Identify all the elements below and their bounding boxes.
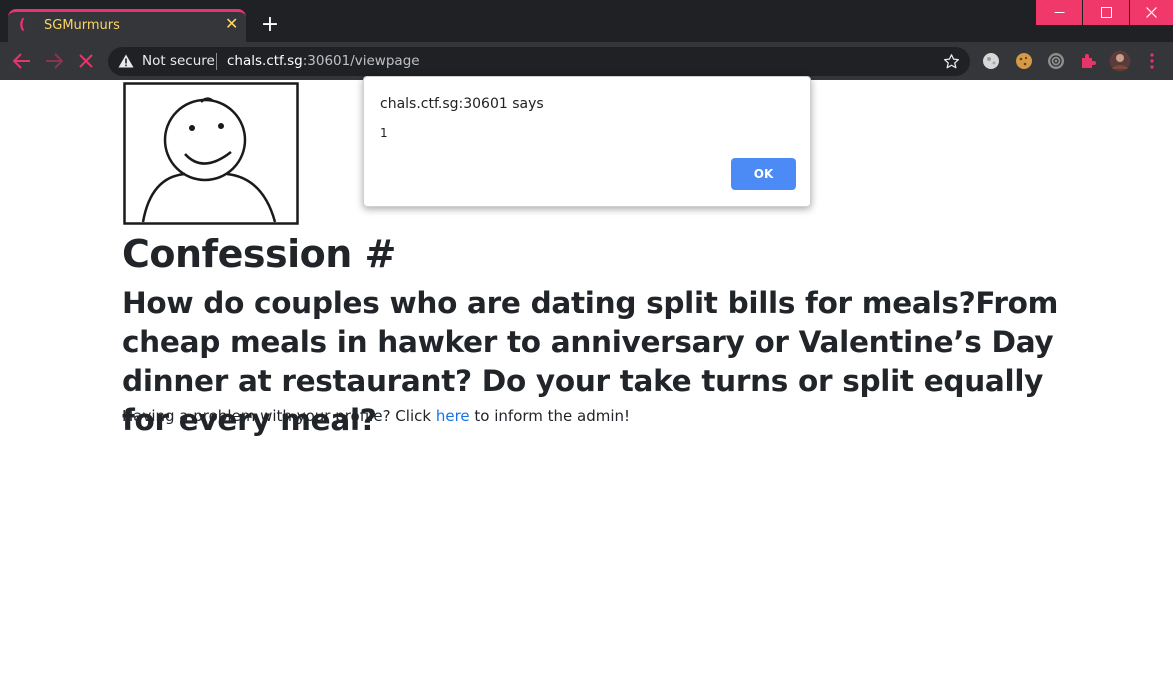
tab-close-icon[interactable]: ✕	[225, 15, 238, 33]
bookmark-star-icon[interactable]	[943, 53, 960, 70]
back-button[interactable]	[10, 50, 34, 72]
url-host: chals.ctf.sg	[227, 53, 303, 69]
alert-dialog: chals.ctf.sg:30601 says 1 OK	[363, 76, 811, 207]
minimize-button[interactable]	[1036, 0, 1082, 25]
extension-cookie-icon[interactable]	[1015, 52, 1033, 70]
extensions-puzzle-icon[interactable]	[1079, 52, 1097, 70]
extension-moon-icon[interactable]	[982, 52, 1000, 70]
ok-button[interactable]: OK	[731, 158, 796, 190]
maximize-icon	[1100, 7, 1112, 18]
loading-spinner-icon: (	[19, 17, 26, 33]
help-text-before: Having a problem with your profile? Clic…	[122, 407, 436, 425]
tab-title: SGMurmurs	[44, 18, 120, 33]
url-path: :30601/viewpage	[302, 53, 420, 69]
stop-loading-button[interactable]	[74, 50, 98, 72]
forward-button[interactable]	[42, 50, 66, 72]
browser-tab[interactable]: ( SGMurmurs ✕	[8, 9, 246, 42]
maximize-button[interactable]	[1083, 0, 1129, 25]
back-arrow-icon	[13, 53, 30, 69]
close-icon	[1146, 7, 1157, 18]
new-tab-button[interactable]: +	[258, 14, 282, 38]
stop-icon	[79, 54, 93, 68]
dialog-message: 1	[380, 126, 388, 140]
confession-title: Confession #	[122, 232, 396, 276]
security-label[interactable]: Not secure	[142, 53, 215, 69]
forward-arrow-icon	[46, 53, 63, 69]
extension-spiral-icon[interactable]	[1047, 52, 1065, 70]
profile-drawing-image	[123, 82, 299, 225]
help-message: Having a problem with your profile? Clic…	[122, 407, 630, 425]
help-text-after: to inform the admin!	[469, 407, 631, 425]
window-close-button[interactable]	[1130, 0, 1173, 25]
address-bar[interactable]: Not secure chals.ctf.sg:30601/viewpage	[108, 47, 970, 76]
url-text[interactable]: chals.ctf.sg:30601/viewpage	[227, 53, 420, 69]
inform-admin-link[interactable]: here	[436, 407, 470, 425]
browser-toolbar: Not secure chals.ctf.sg:30601/viewpage	[0, 42, 1173, 80]
warning-icon[interactable]	[118, 54, 134, 68]
tab-strip: ( SGMurmurs ✕ +	[0, 0, 1173, 42]
kebab-menu-icon[interactable]	[1146, 52, 1158, 70]
minimize-icon	[1054, 12, 1064, 13]
address-divider	[216, 53, 217, 70]
dialog-title: chals.ctf.sg:30601 says	[380, 96, 544, 112]
profile-avatar-icon[interactable]	[1109, 50, 1131, 72]
